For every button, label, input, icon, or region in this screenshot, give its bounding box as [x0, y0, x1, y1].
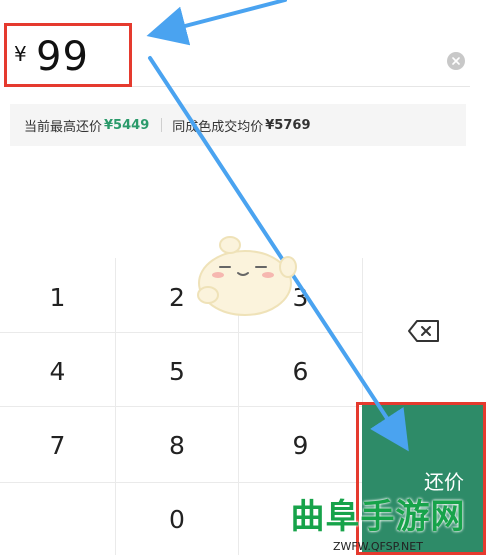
- watermark-main: 曲阜手游网: [290, 497, 466, 537]
- key-5[interactable]: 5: [116, 334, 238, 408]
- backspace-icon: [408, 320, 439, 342]
- key-4[interactable]: 4: [0, 334, 115, 408]
- average-price-value: ¥5769: [265, 117, 311, 133]
- key-0[interactable]: 0: [116, 484, 238, 555]
- highest-offer-label: 当前最高还价: [24, 119, 103, 135]
- watermark: 曲阜手游网 ZWFW.QFSP.NET: [270, 496, 486, 555]
- backspace-key[interactable]: [362, 258, 486, 404]
- key-9[interactable]: 9: [239, 408, 362, 482]
- price-info-bar: 当前最高还价 ¥5449 同成色成交均价 ¥5769: [10, 104, 466, 146]
- highest-offer: 当前最高还价 ¥5449: [10, 116, 149, 135]
- average-price: 同成色成交均价 ¥5769: [162, 116, 310, 135]
- key-8[interactable]: 8: [116, 408, 238, 482]
- highest-offer-value: ¥5449: [104, 117, 150, 133]
- close-icon: [452, 57, 460, 65]
- clear-input-button[interactable]: [447, 52, 465, 70]
- key-7[interactable]: 7: [0, 408, 115, 482]
- watermark-sub: ZWFW.QFSP.NET: [333, 540, 423, 553]
- key-6[interactable]: 6: [239, 334, 362, 408]
- mascot-sticker: [197, 236, 297, 316]
- price-highlight-box: [4, 23, 132, 87]
- average-price-label: 同成色成交均价: [172, 119, 264, 135]
- key-1[interactable]: 1: [0, 260, 115, 334]
- keypad-divider: [0, 482, 362, 483]
